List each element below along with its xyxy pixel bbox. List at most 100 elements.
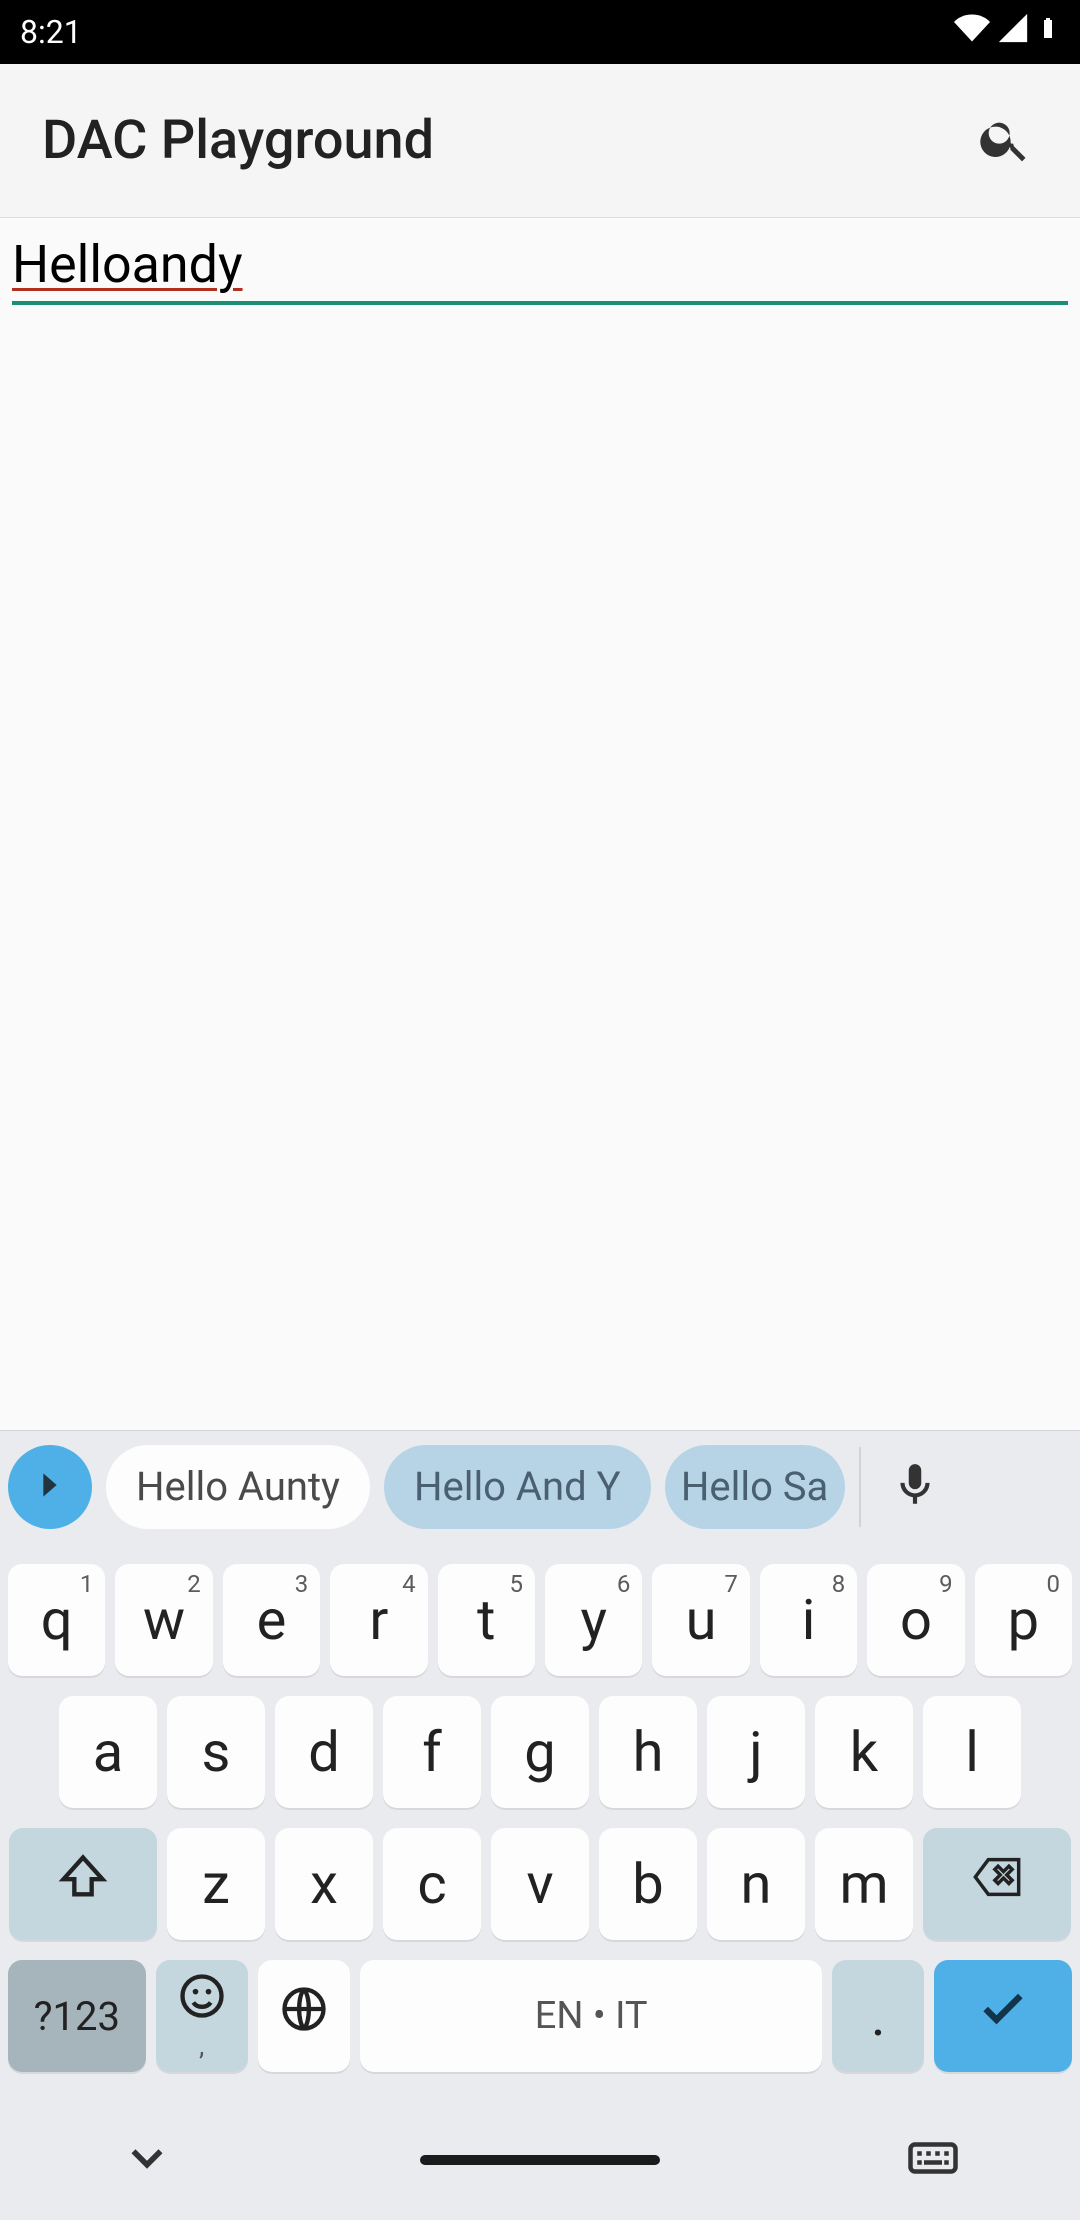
language-key[interactable]: [258, 1960, 350, 2072]
signal-icon: [996, 11, 1030, 53]
key-c[interactable]: c: [383, 1828, 481, 1940]
main-text-input[interactable]: [12, 226, 1068, 305]
key-label: f: [422, 1719, 441, 1785]
enter-key[interactable]: [934, 1960, 1072, 2072]
backspace-icon: [971, 1851, 1023, 1917]
key-label: m: [839, 1851, 888, 1917]
key-h[interactable]: h: [599, 1696, 697, 1808]
key-label: d: [308, 1719, 340, 1785]
key-i[interactable]: i8: [760, 1564, 857, 1676]
key-z[interactable]: z: [167, 1828, 265, 1940]
key-label: .: [871, 1983, 886, 2049]
input-area: [0, 218, 1080, 305]
key-a[interactable]: a: [59, 1696, 157, 1808]
key-label: u: [686, 1587, 717, 1653]
key-label: p: [1008, 1587, 1039, 1653]
key-label: j: [749, 1719, 762, 1785]
key-y[interactable]: y6: [545, 1564, 642, 1676]
suggestion-chip[interactable]: Hello And Y: [384, 1445, 651, 1529]
key-sub: ,: [199, 2032, 204, 2062]
key-label: z: [202, 1851, 230, 1917]
key-label: g: [524, 1719, 555, 1785]
key-v[interactable]: v: [491, 1828, 589, 1940]
chevron-down-icon: [120, 2170, 174, 2189]
key-alt: 8: [832, 1570, 846, 1598]
status-icons: [954, 9, 1060, 55]
wifi-icon: [954, 10, 990, 54]
key-s[interactable]: s: [167, 1696, 265, 1808]
key-row-3: z x c v b n m: [8, 1828, 1072, 1940]
key-r[interactable]: r4: [330, 1564, 427, 1676]
key-alt: 7: [724, 1570, 738, 1598]
key-label: k: [850, 1719, 878, 1785]
key-label: t: [477, 1587, 495, 1653]
key-label: o: [900, 1587, 932, 1653]
key-p[interactable]: p0: [975, 1564, 1072, 1676]
key-alt: 0: [1047, 1570, 1061, 1598]
key-u[interactable]: u7: [652, 1564, 749, 1676]
key-o[interactable]: o9: [867, 1564, 964, 1676]
key-f[interactable]: f: [383, 1696, 481, 1808]
key-label: a: [93, 1719, 123, 1785]
key-label: x: [310, 1851, 338, 1917]
suggestion-chip[interactable]: Hello Aunty: [106, 1445, 370, 1529]
suggestion-label: Hello And Y: [414, 1463, 621, 1510]
key-label: h: [633, 1719, 664, 1785]
suggestion-label: Hello Aunty: [136, 1463, 340, 1510]
key-m[interactable]: m: [815, 1828, 913, 1940]
switch-keyboard-button[interactable]: [906, 2131, 960, 2189]
space-key[interactable]: EN • IT: [360, 1960, 822, 2072]
key-d[interactable]: d: [275, 1696, 373, 1808]
search-button[interactable]: [970, 106, 1040, 176]
key-alt: 3: [295, 1570, 309, 1598]
keyboard-icon: [906, 2170, 960, 2189]
key-w[interactable]: w2: [115, 1564, 212, 1676]
key-alt: 4: [402, 1570, 416, 1598]
key-label: i: [802, 1587, 816, 1653]
key-n[interactable]: n: [707, 1828, 805, 1940]
search-icon: [977, 111, 1033, 171]
emoji-icon: [176, 1970, 228, 2036]
key-j[interactable]: j: [707, 1696, 805, 1808]
app-bar: DAC Playground: [0, 64, 1080, 218]
period-key[interactable]: .: [832, 1960, 924, 2072]
key-label: q: [41, 1587, 73, 1653]
suggestion-label: Hello Sa: [681, 1463, 828, 1510]
shift-icon: [57, 1851, 109, 1917]
key-t[interactable]: t5: [438, 1564, 535, 1676]
check-icon: [977, 1983, 1029, 2049]
key-label: v: [526, 1851, 553, 1917]
mic-icon: [890, 1460, 940, 1514]
key-label: EN • IT: [535, 1994, 648, 2038]
symbols-key[interactable]: ?123: [8, 1960, 146, 2072]
key-rows: q1 w2 e3 r4 t5 y6 u7 i8 o9 p0 a s d f g …: [0, 1542, 1080, 2100]
key-label: c: [417, 1851, 446, 1917]
key-e[interactable]: e3: [223, 1564, 320, 1676]
key-k[interactable]: k: [815, 1696, 913, 1808]
key-label: ?123: [34, 1993, 120, 2040]
key-b[interactable]: b: [599, 1828, 697, 1940]
expand-suggestions-button[interactable]: [8, 1445, 92, 1529]
key-l[interactable]: l: [923, 1696, 1021, 1808]
suggestion-row: Hello Aunty Hello And Y Hello Sa: [0, 1430, 1080, 1542]
key-label: s: [202, 1719, 231, 1785]
emoji-key[interactable]: ,: [156, 1960, 248, 2072]
page-title: DAC Playground: [42, 109, 970, 172]
backspace-key[interactable]: [923, 1828, 1071, 1940]
key-alt: 6: [617, 1570, 631, 1598]
key-alt: 1: [80, 1570, 94, 1598]
key-q[interactable]: q1: [8, 1564, 105, 1676]
soft-keyboard: Hello Aunty Hello And Y Hello Sa q1 w2 e…: [0, 1430, 1080, 2220]
nav-bar: [0, 2100, 1080, 2220]
hide-keyboard-button[interactable]: [120, 2131, 174, 2189]
suggestion-chip[interactable]: Hello Sa: [665, 1445, 845, 1529]
key-g[interactable]: g: [491, 1696, 589, 1808]
shift-key[interactable]: [9, 1828, 157, 1940]
key-alt: 5: [510, 1570, 524, 1598]
nav-pill[interactable]: [420, 2155, 660, 2165]
content-blank: [0, 305, 1080, 1405]
key-x[interactable]: x: [275, 1828, 373, 1940]
key-label: e: [257, 1587, 287, 1653]
status-bar: 8:21: [0, 0, 1080, 64]
voice-input-button[interactable]: [875, 1447, 955, 1527]
